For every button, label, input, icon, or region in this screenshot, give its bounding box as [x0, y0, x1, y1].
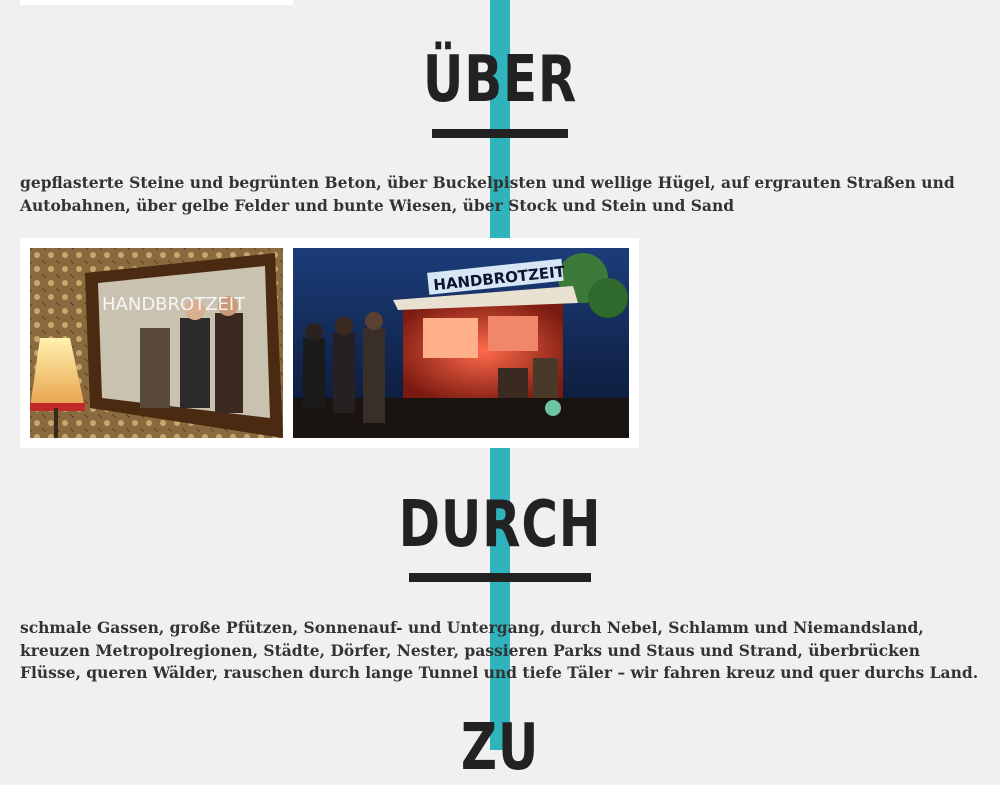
food-truck-photo-art: HANDBROTZEIT [293, 248, 629, 438]
photo-gallery: HANDBROTZEIT HANDBROTZEIT [20, 238, 639, 448]
title-underline-durch [409, 573, 591, 582]
svg-text:HANDBROTZEIT: HANDBROTZEIT [102, 294, 246, 315]
mirror-photo-art: HANDBROTZEIT [30, 248, 283, 438]
gallery-photo-food-truck[interactable]: HANDBROTZEIT [293, 248, 629, 438]
title-underline-ueber [432, 129, 568, 138]
gallery-photo-mirror[interactable]: HANDBROTZEIT [30, 248, 283, 438]
section-title-zu: ZU [460, 711, 540, 785]
section-title-durch: DURCH [398, 488, 602, 562]
section-text-durch: schmale Gassen, große Pfützen, Sonnenauf… [20, 618, 979, 682]
section-text-ueber: gepflasterte Steine und begrünten Beton,… [20, 173, 955, 215]
previous-image-frame [20, 0, 293, 5]
section-title-ueber: ÜBER [422, 43, 578, 117]
